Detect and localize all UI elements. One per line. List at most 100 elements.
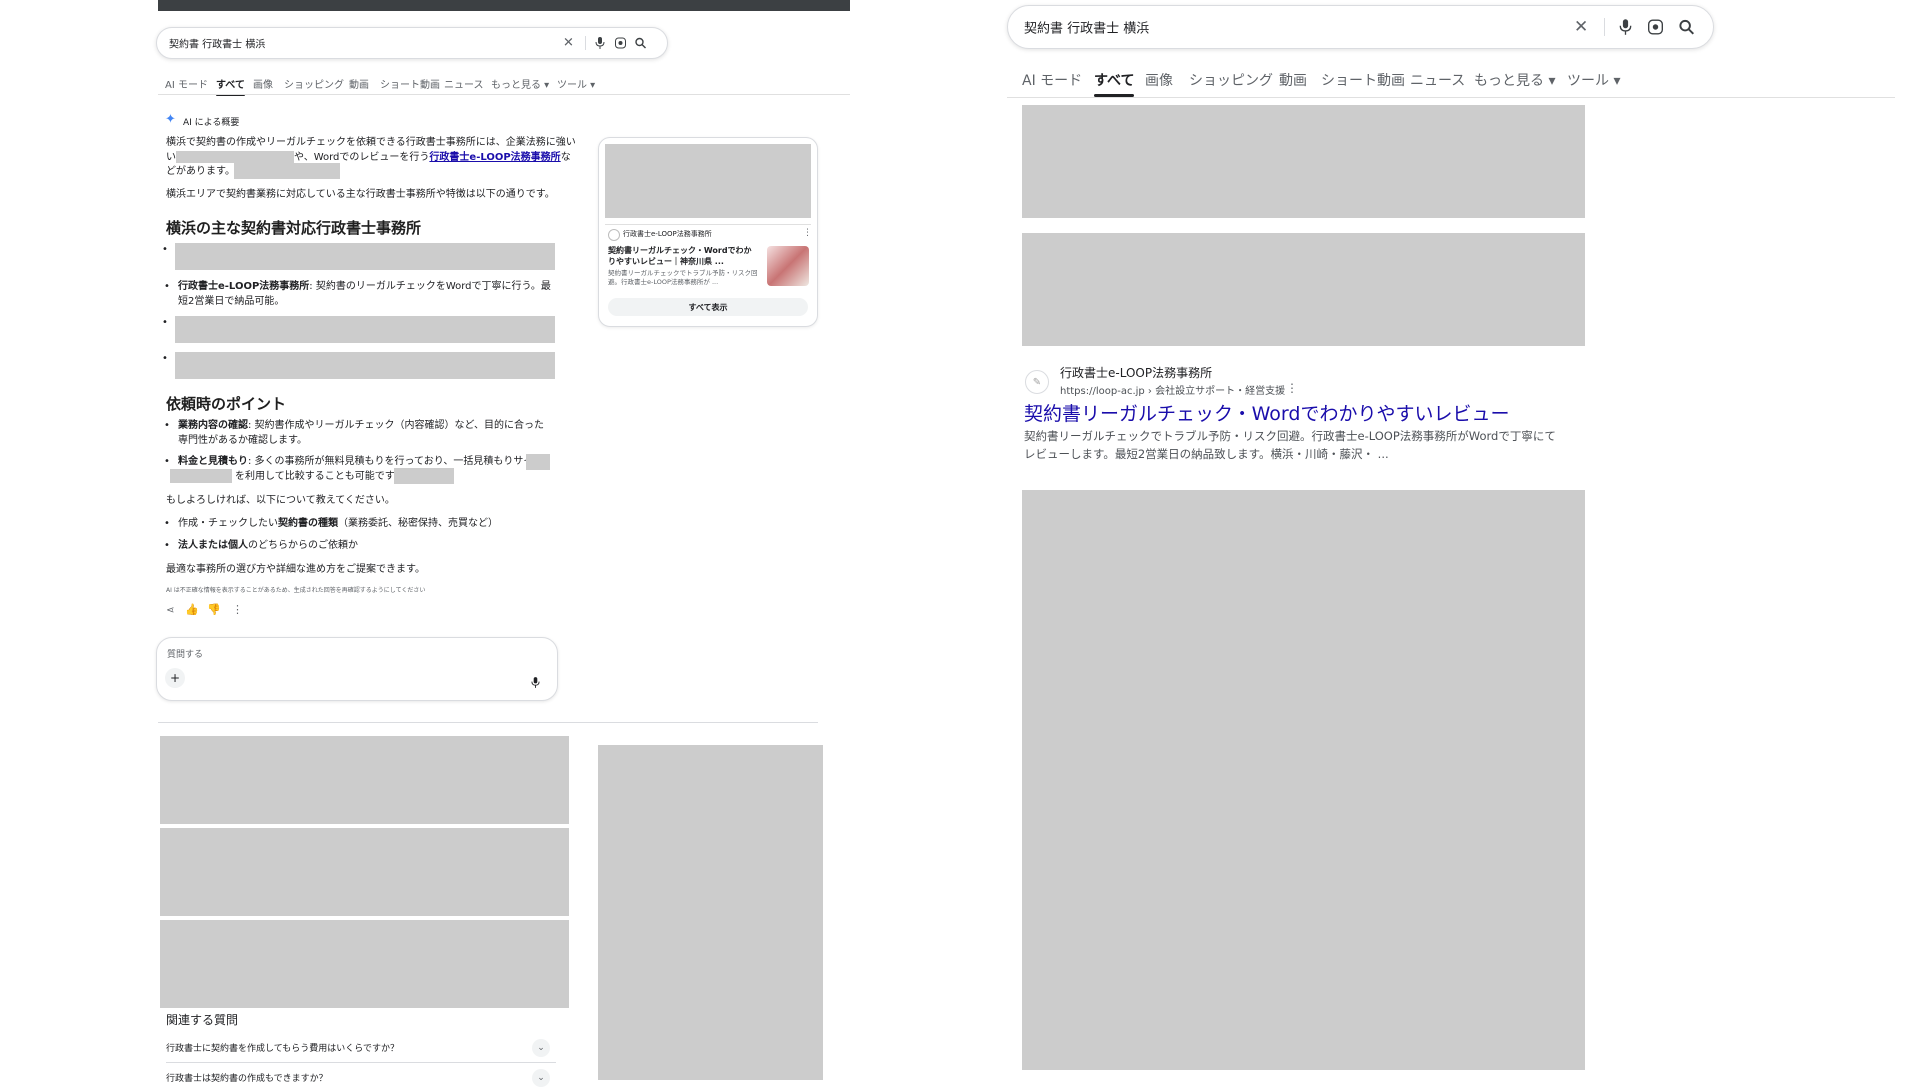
thumbs-down-icon[interactable]: 👎 bbox=[207, 603, 221, 616]
tab-all[interactable]: すべて bbox=[216, 76, 245, 96]
related-question-text: 行政書士に契約書を作成してもらう費用はいくらですか？ bbox=[166, 1044, 400, 1054]
result-site-name[interactable]: 行政書士e-LOOP法務事務所 bbox=[1060, 364, 1212, 381]
redacted-inline bbox=[394, 468, 454, 484]
more-options-icon[interactable]: ⋮ bbox=[232, 603, 243, 616]
result-snippet-line2: レビューします。最短2営業日の納品致します。横浜・川崎・藤沢・ ... bbox=[1024, 447, 1389, 461]
ai-closing: 最適な事務所の選び方や詳細な進め方をご提案できます。 bbox=[166, 564, 425, 575]
redacted-result bbox=[1022, 105, 1585, 218]
redacted-inline bbox=[176, 151, 294, 163]
bullet-mark: • bbox=[162, 244, 168, 255]
section-divider bbox=[158, 722, 818, 723]
result-url[interactable]: https://loop-ac.jp › 会社設立サポート・経営支援 bbox=[1060, 382, 1285, 397]
tab-videos[interactable]: 動画 bbox=[349, 76, 369, 91]
redacted-result bbox=[160, 828, 569, 916]
lens-icon[interactable] bbox=[615, 37, 626, 49]
tab-images[interactable]: 画像 bbox=[1145, 70, 1173, 90]
show-all-button[interactable]: すべて表示 bbox=[608, 298, 808, 316]
tabs-divider bbox=[158, 94, 850, 95]
search-box[interactable]: 契約書 行政書士 横浜 ✕ bbox=[156, 27, 668, 59]
redacted-result bbox=[1022, 490, 1585, 1070]
ai-intro-line1: 横浜で契約書の作成やリーガルチェックを依頼できる行政書士事務所には、企業法務に強… bbox=[166, 137, 576, 148]
card-thumbnail bbox=[767, 246, 809, 286]
redacted-side-panel bbox=[598, 745, 823, 1080]
chevron-down-icon[interactable]: ⌄ bbox=[532, 1069, 550, 1087]
microphone-icon[interactable] bbox=[595, 37, 605, 49]
search-input[interactable]: 契約書 行政書士 横浜 bbox=[169, 36, 265, 51]
site-favicon-icon bbox=[608, 229, 620, 241]
ai-intro-line2: いや、Wordでのレビューを行う行政書士e-LOOP法務事務所な bbox=[166, 151, 571, 163]
card-divider bbox=[605, 224, 811, 225]
ask-box[interactable]: 質問する + bbox=[156, 637, 558, 701]
clear-icon[interactable]: ✕ bbox=[563, 36, 574, 51]
chevron-down-icon[interactable]: ⌄ bbox=[532, 1039, 550, 1057]
tab-all[interactable]: すべて bbox=[1094, 70, 1135, 97]
point-item-cont: を利用して比較することも可能です。 bbox=[235, 471, 404, 482]
tab-ai-mode[interactable]: AI モード bbox=[165, 76, 208, 91]
clear-icon[interactable]: ✕ bbox=[1574, 17, 1588, 37]
sparkle-icon: ✦ bbox=[165, 112, 176, 127]
source-card-image bbox=[605, 144, 811, 218]
search-box[interactable]: 契約書 行政書士 横浜 ✕ bbox=[1007, 5, 1714, 49]
related-question[interactable]: 行政書士は契約書の作成もできますか？ ⌄ bbox=[166, 1069, 556, 1091]
bullet-mark: • bbox=[162, 353, 168, 364]
card-title[interactable]: 契約書リーガルチェック・Wordでわかりやすいレビュー｜神奈川県 ... bbox=[608, 245, 758, 267]
source-card[interactable]: 行政書士e-LOOP法務事務所 ⋮ 契約書リーガルチェック・Wordでわかりやす… bbox=[598, 137, 818, 327]
tab-tools[interactable]: ツール ▾ bbox=[1567, 70, 1620, 90]
point-item: 業務内容の確認: 契約書作成やリーガルチェック（内容確認）など、目的に合った専門… bbox=[164, 418, 550, 448]
result-more-icon[interactable]: ⋮ bbox=[1286, 381, 1298, 395]
question-item: 作成・チェックしたい契約書の種類（業務委託、秘密保持、売買など） bbox=[164, 516, 498, 531]
redacted-inline bbox=[234, 163, 340, 179]
redacted-block bbox=[175, 316, 555, 343]
tab-short-videos[interactable]: ショート動画 bbox=[1321, 70, 1405, 90]
search-divider bbox=[585, 36, 586, 50]
related-title: 関連する質問 bbox=[166, 1013, 239, 1027]
search-icon[interactable] bbox=[635, 37, 646, 49]
search-icon[interactable] bbox=[1679, 19, 1694, 35]
ask-input[interactable]: 質問する bbox=[167, 647, 203, 660]
tab-news[interactable]: ニュース bbox=[444, 76, 484, 91]
show-all-label: すべて表示 bbox=[688, 302, 728, 312]
microphone-icon[interactable] bbox=[1619, 19, 1632, 35]
result-snippet-line1: 契約書リーガルチェックでトラブル予防・リスク回避。行政書士e-LOOP法務事務所… bbox=[1024, 429, 1556, 443]
eloop-link[interactable]: 行政書士e-LOOP法務事務所 bbox=[429, 152, 560, 163]
related-question[interactable]: 行政書士に契約書を作成してもらう費用はいくらですか？ ⌄ bbox=[166, 1038, 556, 1060]
office-item: 行政書士e-LOOP法務事務所: 契約書のリーガルチェックをWordで丁寧に行う… bbox=[164, 279, 558, 309]
search-divider bbox=[1604, 18, 1605, 36]
top-dark-bar bbox=[158, 0, 850, 11]
heading-points: 依頼時のポイント bbox=[166, 395, 287, 413]
redacted-result bbox=[1022, 233, 1585, 346]
tab-short-videos[interactable]: ショート動画 bbox=[380, 76, 440, 91]
tab-more[interactable]: もっと見る ▾ bbox=[1474, 70, 1555, 90]
ai-disclaimer: AI は不正確な情報を表示することがあるため、生成された回答を再確認するようにし… bbox=[166, 587, 426, 594]
redacted-inline bbox=[170, 469, 232, 483]
lens-icon[interactable] bbox=[1648, 19, 1663, 35]
question-item: 法人または個人のどちらからのご依頼か bbox=[164, 538, 358, 553]
tab-more[interactable]: もっと見る ▾ bbox=[491, 76, 549, 91]
thumbs-up-icon[interactable]: 👍 bbox=[185, 603, 199, 616]
related-divider bbox=[166, 1062, 556, 1063]
share-icon[interactable]: ⋖ bbox=[166, 605, 174, 616]
redacted-result bbox=[160, 736, 569, 824]
related-question-text: 行政書士は契約書の作成もできますか？ bbox=[166, 1074, 328, 1084]
tab-videos[interactable]: 動画 bbox=[1279, 70, 1307, 90]
point-item: 料金と見積もり: 多くの事務所が無料見積もりを行っており、一括見積もりサイト bbox=[164, 454, 550, 469]
tab-ai-mode[interactable]: AI モード bbox=[1022, 70, 1082, 90]
result-title-link[interactable]: 契約書リーガルチェック・Wordでわかりやすいレビュー bbox=[1024, 399, 1509, 426]
ai-intro-line3: どがあります。 bbox=[166, 166, 235, 177]
tabs-divider bbox=[1007, 97, 1895, 98]
tab-images[interactable]: 画像 bbox=[253, 76, 273, 91]
redacted-block bbox=[175, 243, 555, 270]
microphone-icon[interactable] bbox=[531, 673, 540, 692]
tab-shopping[interactable]: ショッピング bbox=[1189, 70, 1273, 90]
tab-news[interactable]: ニュース bbox=[1410, 70, 1465, 90]
plus-icon[interactable]: + bbox=[165, 668, 185, 688]
card-more-icon[interactable]: ⋮ bbox=[803, 228, 812, 238]
redacted-block bbox=[175, 352, 555, 379]
search-input[interactable]: 契約書 行政書士 横浜 bbox=[1024, 18, 1149, 37]
bullet-mark: • bbox=[162, 317, 168, 328]
tab-shopping[interactable]: ショッピング bbox=[284, 76, 344, 91]
card-snippet: 契約書リーガルチェックでトラブル予防・リスク回避。行政書士e-LOOP法務事務所… bbox=[608, 269, 758, 286]
tab-tools[interactable]: ツール ▾ bbox=[557, 76, 595, 91]
ai-ask: もしよろしければ、以下について教えてください。 bbox=[166, 495, 395, 506]
redacted-result bbox=[160, 920, 569, 1008]
